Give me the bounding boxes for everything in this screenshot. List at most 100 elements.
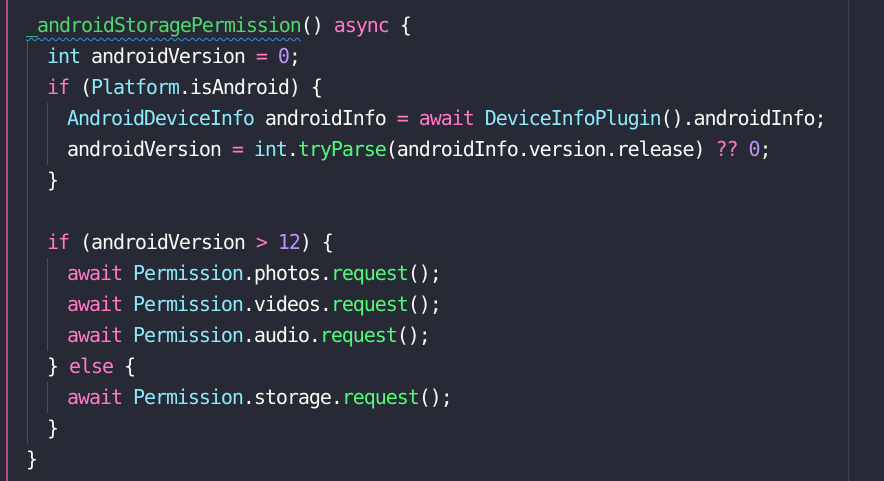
code-line-text: AndroidDeviceInfo androidInfo = await De… bbox=[67, 103, 827, 134]
code-token: _androidStoragePermission bbox=[26, 13, 302, 37]
code-line[interactable]: await Permission.videos.request(); bbox=[0, 289, 884, 320]
code-line-text: } bbox=[47, 413, 59, 444]
code-token: ; bbox=[759, 137, 772, 161]
code-token: Permission bbox=[132, 292, 244, 316]
code-editor[interactable]: _androidStoragePermission() async {int a… bbox=[0, 0, 884, 481]
indent-guide bbox=[47, 103, 48, 134]
code-line-text: } bbox=[26, 444, 38, 475]
code-token: } bbox=[47, 168, 59, 192]
code-token: (); bbox=[396, 323, 431, 347]
code-line[interactable] bbox=[0, 196, 884, 227]
code-token: 12 bbox=[277, 230, 301, 254]
code-token: = bbox=[255, 44, 268, 68]
code-line[interactable]: if (androidVersion > 12) { bbox=[0, 227, 884, 258]
code-token: Platform bbox=[90, 75, 180, 99]
code-token: androidInfo bbox=[253, 106, 397, 130]
indent-guide bbox=[47, 134, 48, 165]
code-token: request bbox=[319, 323, 398, 347]
code-token: ( bbox=[68, 75, 92, 99]
code-token: ().androidInfo; bbox=[660, 106, 827, 130]
code-token: await bbox=[67, 292, 123, 316]
code-token: = bbox=[231, 137, 244, 161]
code-line[interactable]: await Permission.audio.request(); bbox=[0, 320, 884, 351]
code-token: .videos. bbox=[242, 292, 332, 316]
code-line[interactable]: await Permission.photos.request(); bbox=[0, 258, 884, 289]
indent-guide bbox=[27, 258, 28, 289]
code-token: = bbox=[396, 106, 409, 130]
code-token: int bbox=[47, 44, 81, 68]
code-token: int bbox=[253, 137, 288, 161]
code-line[interactable]: } bbox=[0, 165, 884, 196]
indent-guide bbox=[27, 227, 28, 258]
indent-guide bbox=[27, 413, 28, 444]
code-token: .photos. bbox=[242, 261, 332, 285]
code-line-text: await Permission.videos.request(); bbox=[67, 289, 442, 320]
code-line[interactable]: } bbox=[0, 413, 884, 444]
code-area[interactable]: _androidStoragePermission() async {int a… bbox=[0, 10, 884, 475]
code-token: ?? bbox=[715, 137, 739, 161]
code-token: .audio. bbox=[242, 323, 321, 347]
code-line[interactable]: _androidStoragePermission() async { bbox=[0, 10, 884, 41]
code-token: } bbox=[47, 416, 59, 440]
indent-guide bbox=[27, 165, 28, 196]
code-token: Permission bbox=[132, 323, 244, 347]
indent-guide bbox=[27, 41, 28, 72]
code-token: else bbox=[68, 354, 114, 378]
code-token: DeviceInfoPlugin bbox=[484, 106, 662, 130]
code-token: > bbox=[255, 230, 268, 254]
code-token: 0 bbox=[277, 44, 290, 68]
indent-guide bbox=[27, 196, 28, 227]
code-token: .storage. bbox=[242, 385, 343, 409]
code-token: androidVersion bbox=[67, 137, 232, 161]
indent-guide bbox=[27, 382, 28, 413]
code-line-text: int androidVersion = 0; bbox=[47, 41, 301, 72]
code-token: androidVersion bbox=[79, 44, 256, 68]
code-line[interactable]: } else { bbox=[0, 351, 884, 382]
indent-guide bbox=[27, 134, 28, 165]
code-token: (androidVersion bbox=[68, 230, 256, 254]
code-token: if bbox=[47, 230, 70, 254]
code-token: (); bbox=[407, 292, 442, 316]
indent-guide bbox=[27, 320, 28, 351]
code-token: (androidInfo.version.release) bbox=[385, 137, 716, 161]
code-line[interactable]: int androidVersion = 0; bbox=[0, 41, 884, 72]
code-line[interactable]: AndroidDeviceInfo androidInfo = await De… bbox=[0, 103, 884, 134]
code-line-text: if (Platform.isAndroid) { bbox=[47, 72, 323, 103]
code-token: async bbox=[333, 13, 390, 37]
code-token: (); bbox=[407, 261, 442, 285]
code-token: if bbox=[47, 75, 70, 99]
code-line-text: androidVersion = int.tryParse(androidInf… bbox=[67, 134, 772, 165]
code-line-text: await Permission.photos.request(); bbox=[67, 258, 442, 289]
code-line[interactable]: androidVersion = int.tryParse(androidInf… bbox=[0, 134, 884, 165]
code-token: request bbox=[341, 385, 420, 409]
code-line[interactable]: if (Platform.isAndroid) { bbox=[0, 72, 884, 103]
indent-guide bbox=[27, 351, 28, 382]
code-line-text: await Permission.audio.request(); bbox=[67, 320, 431, 351]
indent-guide bbox=[47, 382, 48, 413]
code-token: { bbox=[388, 13, 412, 37]
code-token: } bbox=[47, 354, 69, 378]
code-token: . bbox=[286, 137, 299, 161]
code-line-text: } bbox=[47, 165, 59, 196]
code-line[interactable]: } bbox=[0, 444, 884, 475]
code-token: request bbox=[330, 261, 409, 285]
code-token: .isAndroid) { bbox=[178, 75, 323, 99]
code-line[interactable]: await Permission.storage.request(); bbox=[0, 382, 884, 413]
code-token: Permission bbox=[132, 385, 244, 409]
indent-guide bbox=[47, 320, 48, 351]
code-token: await bbox=[67, 385, 123, 409]
indent-guide bbox=[27, 72, 28, 103]
code-line-text: } else { bbox=[47, 351, 136, 382]
code-token: Permission bbox=[132, 261, 244, 285]
code-token: () bbox=[300, 13, 334, 37]
code-token: } bbox=[26, 447, 38, 471]
code-line-text: await Permission.storage.request(); bbox=[67, 382, 453, 413]
